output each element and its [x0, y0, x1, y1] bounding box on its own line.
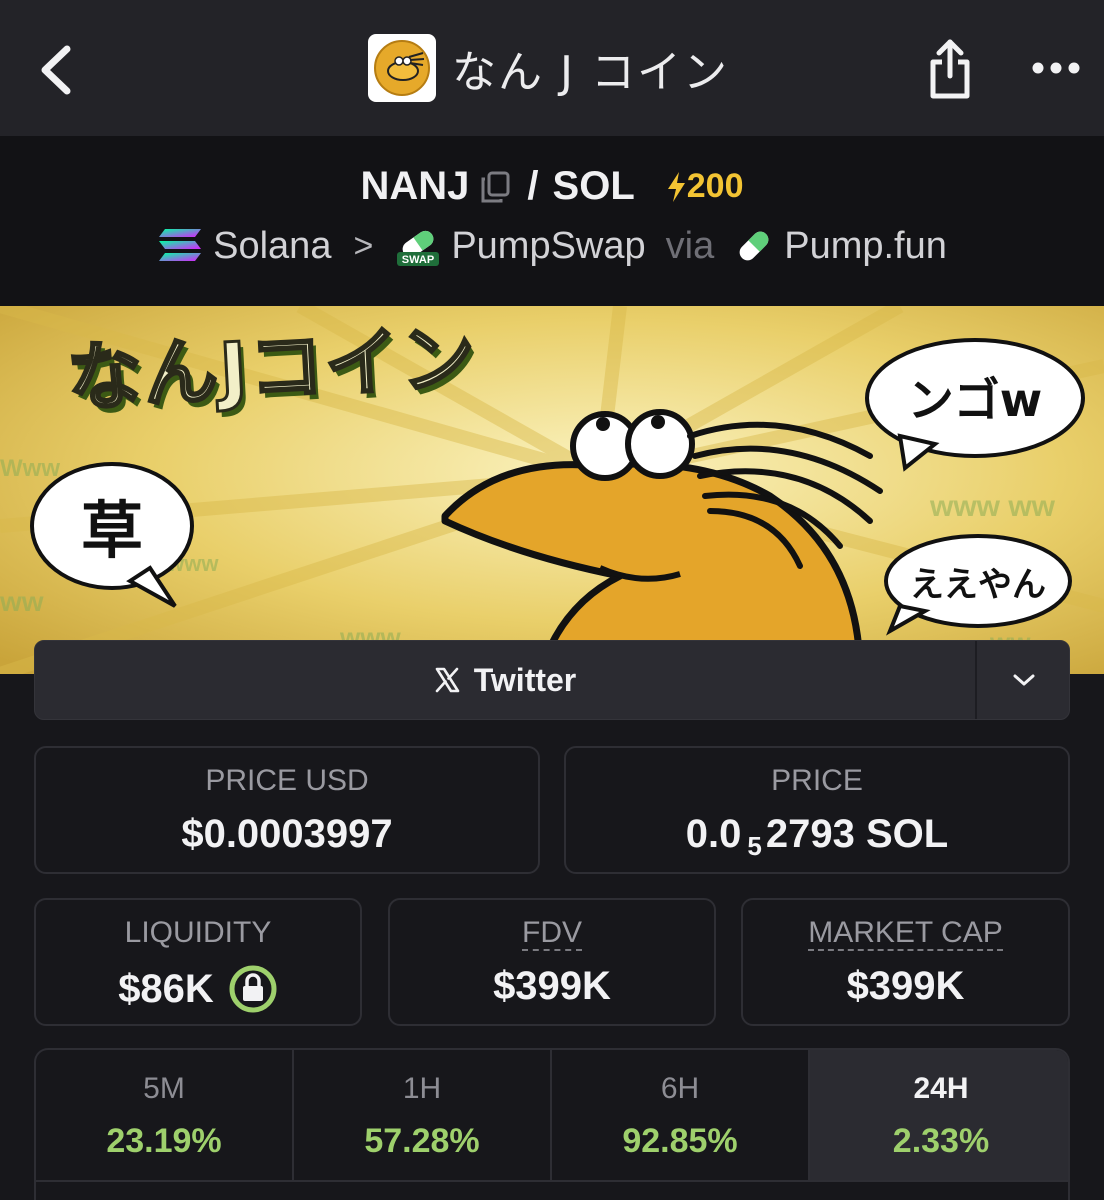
chain-breadcrumb: Solana > SWAP PumpSwap via Pump.fun [0, 224, 1104, 268]
liquidity-label: LIQUIDITY [124, 916, 272, 949]
pair-separator: / [527, 164, 539, 208]
launchpad-link[interactable]: Pump.fun [784, 225, 947, 268]
svg-text:ンゴw: ンゴw [908, 373, 1043, 427]
token-logo [368, 34, 436, 102]
pair-title-row: NANJ / SOL 200 [0, 164, 1104, 209]
copy-icon [481, 171, 510, 202]
svg-text:草: 草 [81, 494, 143, 567]
share-icon [930, 39, 970, 99]
svg-text:ww: ww [0, 586, 44, 617]
pumpswap-icon: SWAP [395, 224, 441, 268]
pair-header [0, 136, 1104, 306]
price-change: 57.28% [364, 1122, 480, 1160]
page-title: なん J コイン [452, 47, 729, 98]
tab-label: 5M [143, 1072, 185, 1105]
market-cap-card[interactable]: MARKET CAP $399K [741, 898, 1070, 1026]
price-change: 2.33% [892, 1122, 990, 1160]
market-cap-value: $399K [846, 964, 965, 1008]
price-native-zero-count: 5 [747, 831, 762, 861]
boost-badge[interactable]: 200 [665, 167, 744, 206]
price-change: 23.19% [106, 1122, 222, 1160]
chevron-down-icon [1013, 674, 1035, 686]
more-dots-icon [1032, 62, 1080, 74]
divider [36, 1180, 1068, 1182]
breadcrumb-chevron-icon: > [353, 226, 374, 265]
lightning-icon [667, 171, 685, 202]
via-label: via [665, 224, 715, 267]
tab-24h[interactable]: 24H 2.33% [810, 1050, 1068, 1182]
price-native-label: PRICE [771, 764, 863, 797]
svg-text:SWAP: SWAP [402, 254, 434, 266]
twitter-label: Twitter [473, 661, 577, 698]
dex-link[interactable]: PumpSwap [451, 225, 645, 268]
price-usd-card: PRICE USD $0.0003997 [34, 746, 540, 874]
chevron-left-icon [41, 45, 71, 95]
base-symbol: NANJ [360, 164, 470, 208]
tab-1h[interactable]: 1H 57.28% [294, 1050, 550, 1182]
svg-text:ええやん: ええやん [910, 565, 1046, 605]
tab-6h[interactable]: 6H 92.85% [552, 1050, 808, 1182]
copy-address-button[interactable] [479, 170, 511, 204]
price-native-suffix: 2793 SOL [765, 812, 949, 856]
price-native-prefix: 0.0 [685, 812, 742, 856]
quote-symbol: SOL [552, 164, 635, 208]
back-button[interactable] [30, 40, 80, 100]
solana-icon [157, 227, 203, 265]
liquidity-lock-icon[interactable] [228, 964, 278, 1014]
price-usd-value: $0.0003997 [181, 812, 393, 856]
price-change: 92.85% [622, 1122, 738, 1160]
chain-link[interactable]: Solana [213, 225, 331, 268]
page-title-group: なん J コイン [368, 34, 729, 102]
more-button[interactable] [1026, 50, 1086, 86]
fdv-value: $399K [493, 964, 611, 1008]
pumpfun-icon [734, 226, 774, 266]
token-banner: Www ww wwww www www ww ww なんJコイン なんJコイン … [0, 306, 1104, 674]
twitter-button[interactable]: Twitter [35, 641, 975, 719]
liquidity-value: $86K [118, 966, 214, 1011]
socials-dropdown-button[interactable] [977, 641, 1071, 719]
svg-text:Www: Www [0, 455, 60, 482]
tab-label: 24H [913, 1072, 969, 1105]
price-native-value: 0.0 5 2793 SOL [566, 812, 1068, 861]
price-usd-label: PRICE USD [205, 764, 369, 797]
fdv-card[interactable]: FDV $399K [388, 898, 716, 1026]
tab-label: 6H [660, 1072, 700, 1105]
svg-text:www ww: www ww [929, 490, 1056, 523]
share-button[interactable] [922, 36, 978, 102]
tab-label: 1H [402, 1072, 442, 1105]
tab-5m[interactable]: 5M 23.19% [36, 1050, 292, 1182]
liquidity-card: LIQUIDITY $86K [34, 898, 362, 1026]
timeframe-tabs: 5M 23.19% 1H 57.28% 6H 92.85% 24H 2.33% [34, 1048, 1070, 1200]
fdv-label: FDV [522, 916, 582, 951]
top-nav-bar: なん J コイン [0, 0, 1104, 136]
boost-count: 200 [686, 167, 744, 205]
social-links-bar: Twitter [34, 640, 1070, 720]
market-cap-label: MARKET CAP [808, 916, 1003, 951]
price-native-card: PRICE 0.0 5 2793 SOL [564, 746, 1070, 874]
x-logo-icon [434, 667, 460, 693]
